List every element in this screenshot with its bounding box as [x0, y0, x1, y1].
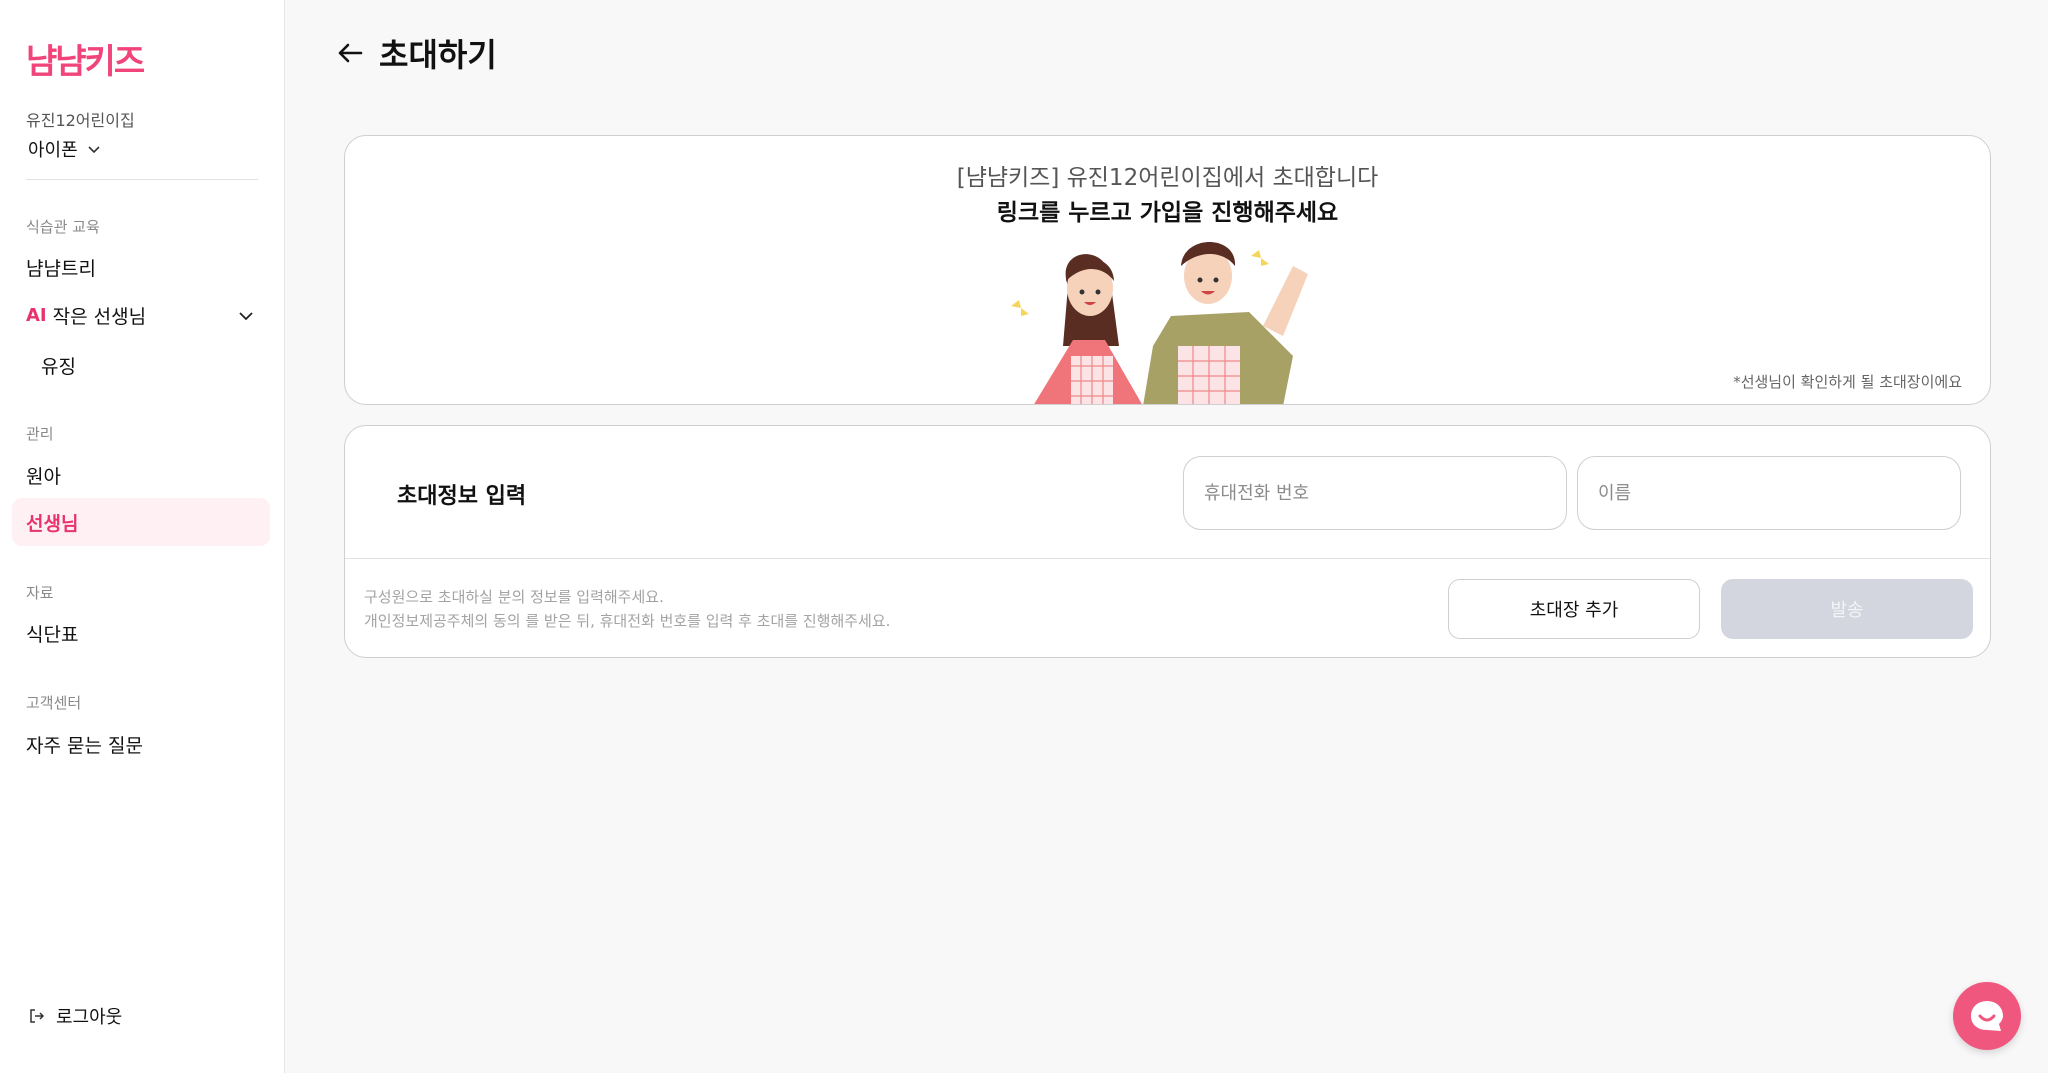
chevron-down-icon — [88, 146, 100, 154]
logout-label: 로그아웃 — [56, 1007, 123, 1028]
phone-input[interactable] — [1183, 456, 1567, 530]
send-button[interactable]: 발송 — [1721, 579, 1973, 639]
invitation-preview-card: [냠냠키즈] 유진12어린이집에서 초대합니다 링크를 누르고 가입을 진행해주… — [344, 135, 1991, 405]
chevron-down-icon — [239, 311, 253, 320]
chat-support-button[interactable] — [1953, 982, 2021, 1050]
section-title-support: 고객센터 — [26, 694, 82, 712]
chat-icon — [1971, 1001, 2003, 1031]
page-title: 초대하기 — [379, 36, 497, 74]
add-invitation-button[interactable]: 초대장 추가 — [1448, 579, 1700, 639]
ai-badge: AI — [26, 305, 47, 326]
device-label: 아이폰 — [28, 140, 78, 161]
preview-heading: [냠냠키즈] 유진12어린이집에서 초대합니다 — [956, 165, 1379, 191]
help-text-line-2: 개인정보제공주체의 동의 를 받은 뒤, 휴대전화 번호를 입력 후 초대를 진… — [364, 612, 891, 630]
name-input[interactable] — [1577, 456, 1961, 530]
logout-icon — [30, 1009, 45, 1023]
form-divider — [345, 558, 1990, 559]
sidebar-item-students[interactable]: 원아 — [26, 462, 61, 489]
brand-logo[interactable]: 냠냠키즈 — [26, 34, 145, 83]
sidebar-item-faq[interactable]: 자주 묻는 질문 — [26, 731, 143, 758]
invite-form-card: 초대정보 입력 구성원으로 초대하실 분의 정보를 입력해주세요. 개인정보제공… — [344, 425, 1991, 658]
sidebar-item-label: 선생님 — [26, 513, 79, 535]
form-title: 초대정보 입력 — [397, 484, 527, 509]
sidebar-item-teachers[interactable]: 선생님 — [12, 498, 270, 546]
sidebar-item-yujing[interactable]: 유징 — [41, 352, 76, 379]
sidebar-item-nyamtree[interactable]: 냠냠트리 — [26, 254, 96, 281]
page-header: 초대하기 — [335, 30, 497, 76]
preview-note: *선생님이 확인하게 될 초대장이에요 — [1733, 373, 1962, 391]
sidebar-divider — [26, 179, 258, 180]
section-title-resources: 자료 — [26, 584, 54, 602]
sidebar-item-label: 작은 선생님 — [52, 306, 147, 328]
preview-subheading: 링크를 누르고 가입을 진행해주세요 — [996, 200, 1339, 226]
teachers-illustration — [1011, 242, 1308, 404]
help-text-line-1: 구성원으로 초대하실 분의 정보를 입력해주세요. — [364, 588, 664, 606]
sidebar-item-ai-teacher[interactable]: AI 작은 선생님 — [26, 302, 256, 329]
logout-button[interactable]: 로그아웃 — [28, 1003, 122, 1029]
section-title-manage: 관리 — [26, 425, 54, 443]
back-arrow-icon[interactable] — [335, 38, 365, 68]
org-name: 유진12어린이집 — [26, 111, 135, 130]
device-selector[interactable]: 아이폰 — [28, 136, 102, 162]
sidebar-item-menu[interactable]: 식단표 — [26, 620, 78, 647]
sidebar: 냠냠키즈 유진12어린이집 아이폰 식습관 교육 냠냠트리 AI 작은 선생님 … — [0, 0, 285, 1073]
section-title-education: 식습관 교육 — [26, 218, 100, 236]
